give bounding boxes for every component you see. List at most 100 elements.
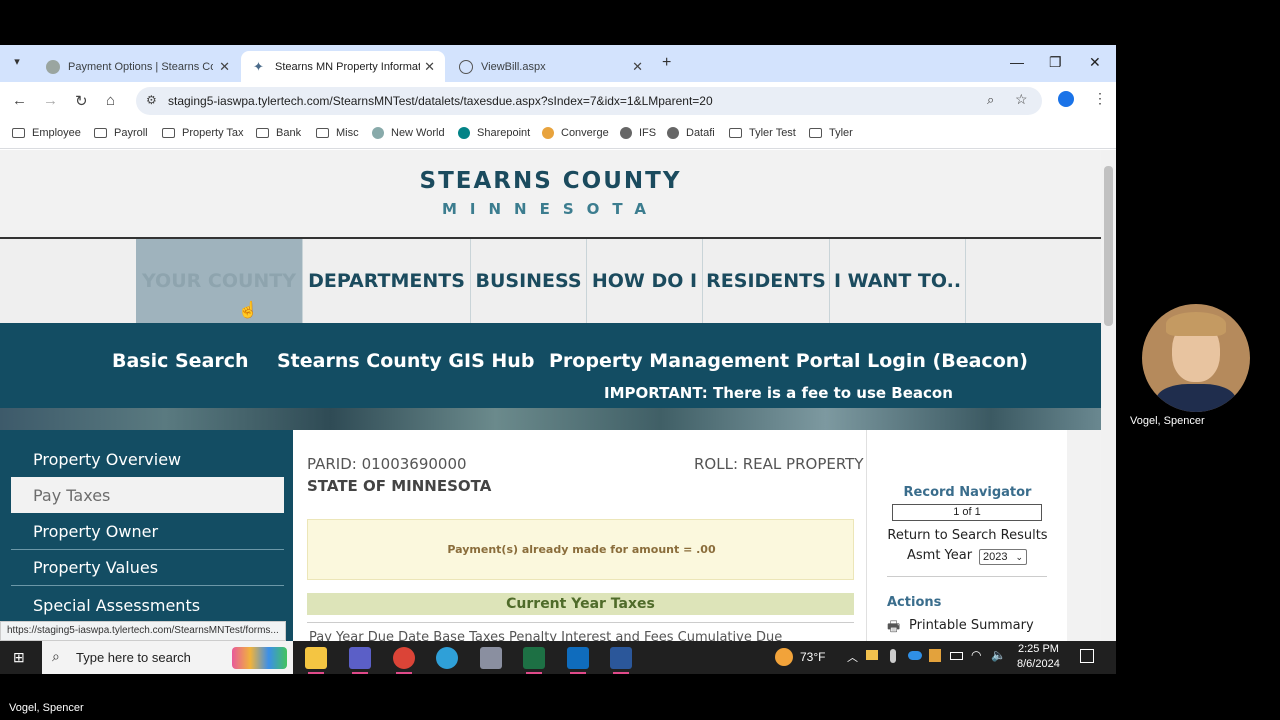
main-navigation: YOUR COUNTY DEPARTMENTS BUSINESS HOW DO … [0,239,1101,323]
weather-sun-icon[interactable] [775,648,793,666]
tab-list-chevron-icon[interactable]: ▾ [8,55,26,73]
window-close-icon[interactable]: ✕ [1089,54,1101,71]
file-explorer-icon[interactable] [305,647,327,674]
paint-icon[interactable] [480,647,502,669]
new-tab-plus-icon[interactable]: + [662,54,671,72]
minimize-icon[interactable]: — [1010,54,1024,70]
bookmark-tyler[interactable]: Tyler [809,127,853,139]
url-text[interactable]: staging5-iaswpa.tylertech.com/StearnsMNT… [168,94,713,108]
new-world-icon [372,127,384,139]
edge-icon[interactable] [436,647,458,669]
bookmark-property-tax[interactable]: Property Tax [162,127,244,139]
back-arrow-icon[interactable]: ← [12,92,27,109]
site-settings-icon[interactable]: ⚙ [146,93,157,107]
bookmark-tyler-test[interactable]: Tyler Test [729,127,796,139]
basic-search-link[interactable]: Basic Search [112,350,249,372]
panel-divider [887,576,1047,577]
tray-chevron-up-icon[interactable]: ︿ [847,649,858,665]
battery-icon[interactable] [950,652,963,660]
excel-icon[interactable] [523,647,545,674]
outlook-icon[interactable] [567,647,589,674]
bookmark-bank[interactable]: Bank [256,127,301,139]
record-panel: Record Navigator 1 of 1 Return to Search… [866,430,1067,641]
profile-avatar-icon[interactable] [1058,91,1074,107]
bookmark-sharepoint[interactable]: Sharepoint [458,127,530,139]
mail-tray-icon[interactable] [866,650,878,660]
notification-center-icon[interactable] [1080,649,1094,663]
tab-strip: ▾ Payment Options | Stearns Cou ✕ ✦ Stea… [0,45,1116,82]
property-sidebar: Property Overview Pay Taxes Property Own… [0,430,293,641]
sidebar-item-property-overview[interactable]: Property Overview [11,441,284,477]
record-count-field[interactable]: 1 of 1 [892,504,1042,521]
bookmarks-bar: Employee Payroll Property Tax Bank Misc … [0,119,1116,149]
web-page: STEARNS COUNTY MINNESOTA YOUR COUNTY DEP… [0,150,1101,641]
menu-dots-icon[interactable]: ⋮ [1093,90,1107,107]
record-navigator-title: Record Navigator [903,485,1032,500]
nav-how-do-i[interactable]: HOW DO I [587,239,703,323]
payment-notice: Payment(s) already made for amount = .00 [307,519,854,580]
bookmark-new-world[interactable]: New World [372,127,445,139]
participant-avatar [1142,304,1250,412]
tab-stearns-property[interactable]: ✦ Stearns MN Property Informati ✕ [241,51,445,82]
close-icon[interactable]: ✕ [424,59,435,75]
gis-hub-link[interactable]: Stearns County GIS Hub [277,350,534,372]
nav-your-county[interactable]: YOUR COUNTY [136,239,303,323]
microphone-icon[interactable] [890,649,896,663]
tray-app-icon[interactable] [929,649,941,662]
globe-icon [667,127,679,139]
tyler-favicon-icon: ✦ [253,58,264,74]
county-logo[interactable]: STEARNS COUNTY MINNESOTA [0,150,1101,238]
zoom-icon[interactable]: ⌕ [987,92,994,108]
teams-icon[interactable] [349,647,371,674]
speaker-icon[interactable]: 🔈 [991,648,1006,662]
close-icon[interactable]: ✕ [632,59,643,75]
bookmark-datafi[interactable]: Datafi [667,127,715,139]
page-scrollbar[interactable] [1101,150,1116,641]
nav-departments[interactable]: DEPARTMENTS [303,239,471,323]
chrome-icon[interactable] [393,647,415,674]
nav-i-want-to[interactable]: I WANT TO.. [830,239,966,323]
scrollbar-thumb[interactable] [1104,166,1113,326]
printer-icon: 🖶 [887,619,901,635]
sidebar-item-pay-taxes[interactable]: Pay Taxes [11,477,284,513]
reload-icon[interactable]: ↻ [75,92,88,110]
printable-summary-link[interactable]: Printable Summary [909,618,1034,633]
home-icon[interactable]: ⌂ [106,92,115,109]
clock-time[interactable]: 2:25 PM [1018,643,1059,655]
chevron-down-icon: ⌄ [1015,552,1023,562]
bookmark-star-icon[interactable]: ☆ [1015,91,1028,108]
weather-temperature[interactable]: 73°F [800,650,825,664]
sidebar-item-special-assessments[interactable]: Special Assessments [11,587,284,623]
clock-date[interactable]: 8/6/2024 [1017,658,1060,670]
nav-residents[interactable]: RESIDENTS [703,239,830,323]
bookmark-employee[interactable]: Employee [12,127,81,139]
word-icon[interactable] [610,647,632,674]
tab-viewbill[interactable]: ViewBill.aspx ✕ [447,51,653,82]
bookmark-misc[interactable]: Misc [316,127,359,139]
folder-icon [12,128,25,138]
nav-business[interactable]: BUSINESS [471,239,587,323]
taskbar-search[interactable]: ⌕ Type here to search [42,641,293,674]
asmt-year-select[interactable]: 2023 ⌄ [979,549,1027,565]
globe-icon [620,127,632,139]
tab-payment-options[interactable]: Payment Options | Stearns Cou ✕ [34,51,240,82]
wifi-icon[interactable]: ◠ [971,648,981,662]
sidebar-item-property-values[interactable]: Property Values [11,550,284,586]
windows-start-icon[interactable]: ⊞ [13,649,25,666]
owner-name: STATE OF MINNESOTA [307,477,492,495]
address-bar[interactable]: ⚙ staging5-iaswpa.tylertech.com/StearnsM… [136,87,1042,115]
bookmark-payroll[interactable]: Payroll [94,127,148,139]
bookmark-ifs[interactable]: IFS [620,127,656,139]
beacon-fee-note: IMPORTANT: There is a fee to use Beacon [604,384,953,402]
actions-title: Actions [887,595,942,610]
forward-arrow-icon[interactable]: → [43,92,58,109]
sidebar-item-property-owner[interactable]: Property Owner [11,514,284,550]
return-to-search-link[interactable]: Return to Search Results [867,528,1068,543]
browser-toolbar: ← → ↻ ⌂ ⚙ staging5-iaswpa.tylertech.com/… [0,82,1116,119]
restore-icon[interactable]: ❐ [1049,54,1062,71]
bookmark-converge[interactable]: Converge [542,127,609,139]
beacon-login-link[interactable]: Property Management Portal Login (Beacon… [549,350,1028,372]
onedrive-icon[interactable] [908,651,922,660]
taxes-content: PARID: 01003690000 ROLL: REAL PROPERTY S… [293,430,866,641]
close-icon[interactable]: ✕ [219,59,230,75]
